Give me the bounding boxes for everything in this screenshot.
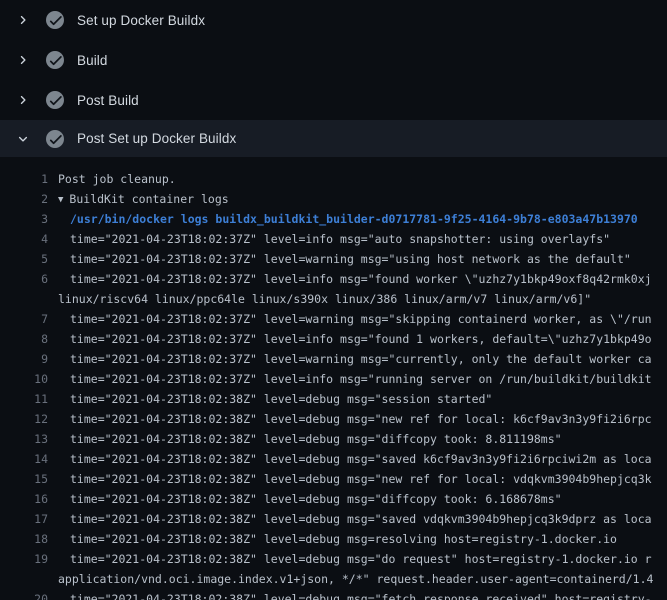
- log-text: linux/riscv64 linux/ppc64le linux/s390x …: [58, 289, 591, 309]
- log-text: time="2021-04-23T18:02:38Z" level=debug …: [58, 429, 562, 449]
- log-line[interactable]: 5 time="2021-04-23T18:02:37Z" level=warn…: [0, 249, 667, 269]
- line-number[interactable]: 15: [0, 469, 48, 489]
- line-number[interactable]: 2: [0, 189, 48, 209]
- log-text: time="2021-04-23T18:02:38Z" level=debug …: [58, 589, 652, 600]
- log-line[interactable]: 12 time="2021-04-23T18:02:38Z" level=deb…: [0, 409, 667, 429]
- log-text: application/vnd.oci.image.index.v1+json,…: [58, 569, 653, 589]
- log-text: time="2021-04-23T18:02:37Z" level=info m…: [58, 329, 652, 349]
- step-row-set-up-docker-buildx[interactable]: Set up Docker Buildx: [0, 0, 667, 40]
- log-line[interactable]: 1 Post job cleanup.: [0, 169, 667, 189]
- log-text: time="2021-04-23T18:02:37Z" level=warnin…: [58, 349, 652, 369]
- log-text: time="2021-04-23T18:02:37Z" level=warnin…: [58, 309, 652, 329]
- check-circle-icon: [46, 130, 64, 148]
- log-text: time="2021-04-23T18:02:37Z" level=info m…: [58, 229, 610, 249]
- line-number[interactable]: [0, 289, 48, 309]
- step-list: Set up Docker Buildx Build Post Build Po…: [0, 0, 667, 157]
- line-number[interactable]: 12: [0, 409, 48, 429]
- step-label: Post Set up Docker Buildx: [77, 131, 236, 146]
- line-number[interactable]: 14: [0, 449, 48, 469]
- line-number[interactable]: 7: [0, 309, 48, 329]
- log-line[interactable]: 18 time="2021-04-23T18:02:38Z" level=deb…: [0, 529, 667, 549]
- log-line[interactable]: 9 time="2021-04-23T18:02:37Z" level=warn…: [0, 349, 667, 369]
- log-line[interactable]: 6 time="2021-04-23T18:02:37Z" level=info…: [0, 269, 667, 289]
- log-line[interactable]: 19 time="2021-04-23T18:02:38Z" level=deb…: [0, 549, 667, 569]
- log-text: time="2021-04-23T18:02:38Z" level=debug …: [58, 449, 652, 469]
- line-number[interactable]: 17: [0, 509, 48, 529]
- log-line[interactable]: application/vnd.oci.image.index.v1+json,…: [0, 569, 667, 589]
- log-line[interactable]: 2 ▼BuildKit container logs: [0, 189, 667, 209]
- actions-log-viewer: Set up Docker Buildx Build Post Build Po…: [0, 0, 667, 600]
- log-text: /usr/bin/docker logs buildx_buildkit_bui…: [58, 209, 638, 229]
- log-text: time="2021-04-23T18:02:37Z" level=warnin…: [58, 249, 631, 269]
- collapse-triangle-icon[interactable]: ▼: [58, 190, 69, 209]
- check-circle-icon: [46, 11, 64, 29]
- chevron-right-icon[interactable]: [12, 54, 34, 66]
- step-row-build[interactable]: Build: [0, 40, 667, 80]
- line-number[interactable]: 20: [0, 589, 48, 600]
- log-text: time="2021-04-23T18:02:38Z" level=debug …: [58, 509, 652, 529]
- step-label: Set up Docker Buildx: [77, 13, 205, 28]
- log-text: ▼BuildKit container logs: [58, 189, 229, 209]
- check-circle-icon: [46, 51, 64, 69]
- log-text: time="2021-04-23T18:02:38Z" level=debug …: [58, 489, 562, 509]
- log-line[interactable]: linux/riscv64 linux/ppc64le linux/s390x …: [0, 289, 667, 309]
- log-line[interactable]: 17 time="2021-04-23T18:02:38Z" level=deb…: [0, 509, 667, 529]
- line-number[interactable]: 11: [0, 389, 48, 409]
- line-number[interactable]: 1: [0, 169, 48, 189]
- log-line[interactable]: 10 time="2021-04-23T18:02:37Z" level=inf…: [0, 369, 667, 389]
- log-line[interactable]: 8 time="2021-04-23T18:02:37Z" level=info…: [0, 329, 667, 349]
- line-number[interactable]: 18: [0, 529, 48, 549]
- log-line[interactable]: 11 time="2021-04-23T18:02:38Z" level=deb…: [0, 389, 667, 409]
- log-area: 1 Post job cleanup. 2 ▼BuildKit containe…: [0, 157, 667, 600]
- check-circle-icon: [46, 91, 64, 109]
- chevron-right-icon[interactable]: [12, 94, 34, 106]
- line-number[interactable]: 19: [0, 549, 48, 569]
- step-label: Post Build: [77, 93, 139, 108]
- line-number[interactable]: [0, 569, 48, 589]
- line-number[interactable]: 4: [0, 229, 48, 249]
- log-text: time="2021-04-23T18:02:38Z" level=debug …: [58, 529, 617, 549]
- line-number[interactable]: 6: [0, 269, 48, 289]
- log-text: time="2021-04-23T18:02:38Z" level=debug …: [58, 389, 492, 409]
- step-row-post-set-up-docker-buildx[interactable]: Post Set up Docker Buildx: [0, 120, 667, 157]
- line-number[interactable]: 10: [0, 369, 48, 389]
- log-text: time="2021-04-23T18:02:37Z" level=info m…: [58, 369, 652, 389]
- log-line[interactable]: 4 time="2021-04-23T18:02:37Z" level=info…: [0, 229, 667, 249]
- line-number[interactable]: 13: [0, 429, 48, 449]
- log-line[interactable]: 3 /usr/bin/docker logs buildx_buildkit_b…: [0, 209, 667, 229]
- chevron-right-icon[interactable]: [12, 14, 34, 26]
- log-text: time="2021-04-23T18:02:37Z" level=info m…: [58, 269, 652, 289]
- step-label: Build: [77, 53, 108, 68]
- log-text: Post job cleanup.: [58, 169, 176, 189]
- line-number[interactable]: 3: [0, 209, 48, 229]
- line-number[interactable]: 16: [0, 489, 48, 509]
- line-number[interactable]: 9: [0, 349, 48, 369]
- line-number[interactable]: 8: [0, 329, 48, 349]
- log-text: time="2021-04-23T18:02:38Z" level=debug …: [58, 469, 652, 489]
- log-text: time="2021-04-23T18:02:38Z" level=debug …: [58, 549, 652, 569]
- line-number[interactable]: 5: [0, 249, 48, 269]
- log-text: time="2021-04-23T18:02:38Z" level=debug …: [58, 409, 652, 429]
- step-row-post-build[interactable]: Post Build: [0, 80, 667, 120]
- log-line[interactable]: 14 time="2021-04-23T18:02:38Z" level=deb…: [0, 449, 667, 469]
- log-line[interactable]: 16 time="2021-04-23T18:02:38Z" level=deb…: [0, 489, 667, 509]
- log-line[interactable]: 15 time="2021-04-23T18:02:38Z" level=deb…: [0, 469, 667, 489]
- log-line[interactable]: 13 time="2021-04-23T18:02:38Z" level=deb…: [0, 429, 667, 449]
- log-line[interactable]: 20 time="2021-04-23T18:02:38Z" level=deb…: [0, 589, 667, 600]
- chevron-down-icon[interactable]: [12, 133, 34, 145]
- log-line[interactable]: 7 time="2021-04-23T18:02:37Z" level=warn…: [0, 309, 667, 329]
